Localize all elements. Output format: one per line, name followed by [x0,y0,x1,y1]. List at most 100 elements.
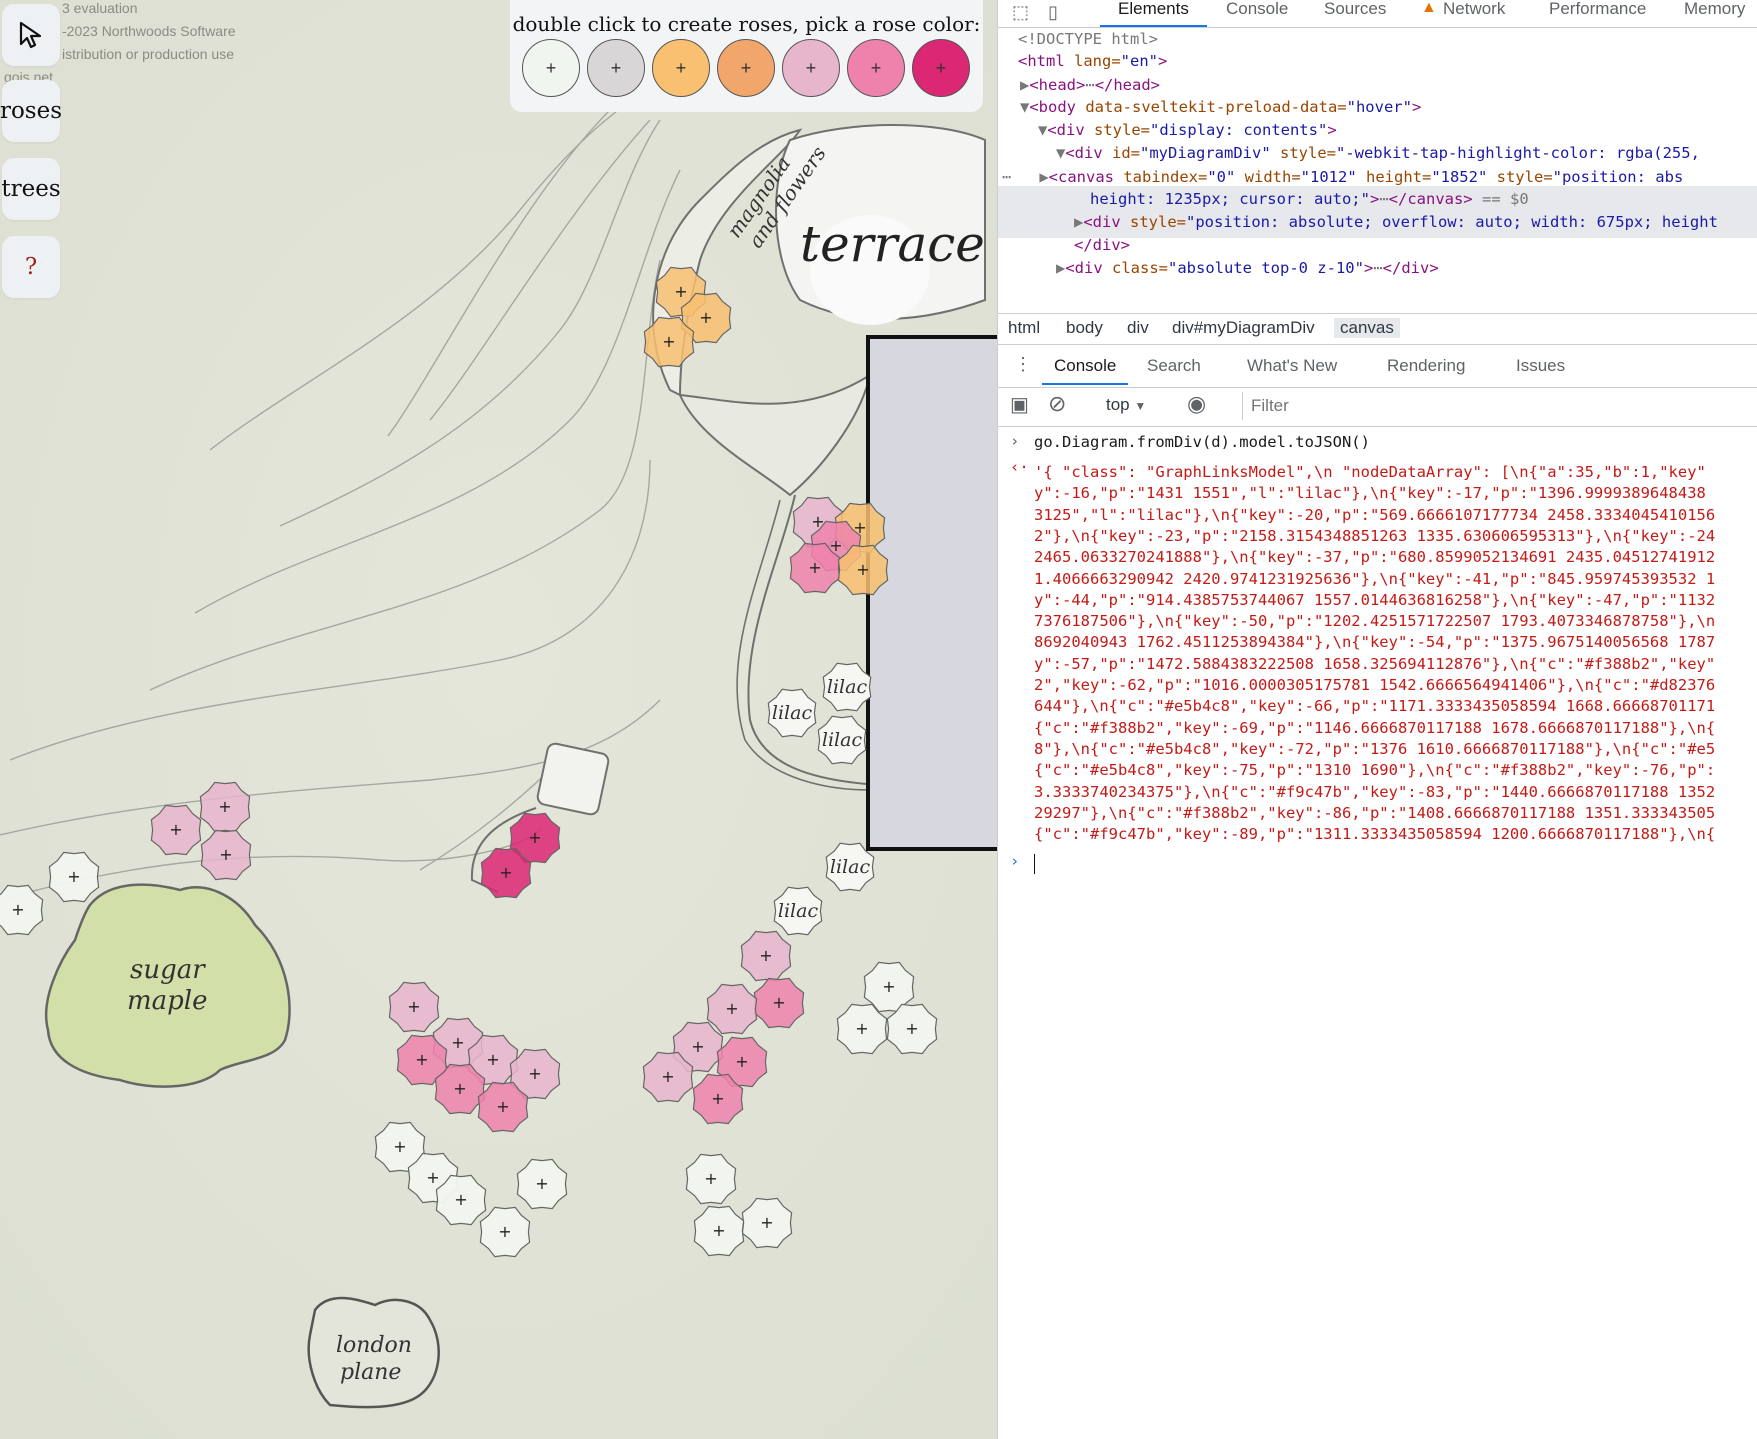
rose-node[interactable]: + [388,981,440,1033]
rose-node[interactable]: + [48,851,100,903]
console-result-line: 2"},\n{"key":-23,"p":"2158.3154348851263… [1034,526,1716,545]
dom-doctype: <!DOCTYPE html> [1018,30,1158,48]
rose-node[interactable]: + [886,1003,938,1055]
tab-sources[interactable]: Sources [1324,0,1386,19]
dom-div-close: </div> [1074,236,1130,254]
context-selector[interactable]: top ▼ [1106,395,1146,415]
crumb-body[interactable]: body [1066,318,1103,338]
swatch-yellow[interactable]: + [652,39,710,97]
tab-console[interactable]: Console [1226,0,1288,19]
plus-icon: + [691,1037,704,1056]
drawer-menu-icon[interactable]: ⋮ [1014,354,1032,375]
drawer-tab-rendering[interactable]: Rendering [1387,356,1465,376]
console-result-line: {"c":"#f9c47b","key":-89,"p":"1311.33334… [1034,825,1716,844]
tab-elements[interactable]: Elements [1100,0,1207,27]
swatch-white[interactable]: + [522,39,580,97]
plus-icon: + [882,977,895,996]
rose-node[interactable]: + [516,1158,568,1210]
lilac-node[interactable]: lilac [825,842,875,892]
plus-icon: + [535,1174,548,1193]
plant-nodes[interactable]: + + + + + + + + + + + + + + + + + + + + + + + + + + + + + + + + + + + + + + + +… [0,0,997,1439]
lilac-node[interactable]: lilac [822,662,872,712]
plus-icon: + [426,1168,439,1187]
console-result-line: 8692040943 1762.4511253894384"},\n{"key"… [1034,633,1716,652]
plus-icon: + [674,282,687,301]
drawer-tab-console[interactable]: Console [1041,356,1129,385]
dom-inner-div[interactable]: ▶<div style="position: absolute; overflo… [1074,211,1718,233]
rose-node[interactable]: + [0,884,44,936]
inspect-element-icon[interactable]: ⬚ [1012,2,1029,23]
breadcrumb: html body div div#myDiagramDiv canvas [998,313,1757,345]
swatch-light-pink[interactable]: + [782,39,840,97]
garden-diagram-canvas[interactable]: 3 evaluation -2023 Northwoods Software i… [0,0,997,1439]
plus-icon: + [905,1019,918,1038]
rose-node[interactable]: + [753,977,805,1029]
plus-icon: + [496,1097,509,1116]
filter-input[interactable] [1243,392,1753,420]
tab-memory[interactable]: Memory [1684,0,1745,19]
devtools-tab-bar: ⬚ ▯ Elements Console Sources ▲ Network P… [998,0,1757,28]
drawer-tab-search[interactable]: Search [1147,356,1201,376]
console-caret[interactable] [1034,854,1035,874]
drawer-tab-bar: ⋮ Console Search What's New Rendering Is… [998,347,1757,388]
rose-node[interactable]: + [685,1153,737,1205]
filter-box [1242,392,1757,420]
rose-node[interactable]: + [479,1206,531,1258]
drawer-tab-issues[interactable]: Issues [1516,356,1565,376]
swatch-pink[interactable]: + [847,39,905,97]
crumb-diagram-div[interactable]: div#myDiagramDiv [1172,318,1315,338]
drawer-tab-whats-new[interactable]: What's New [1247,356,1337,376]
plus-icon: + [805,57,817,78]
console-output[interactable]: › go.Diagram.fromDiv(d).model.toJSON() ‹… [998,430,1757,1430]
lilac-node[interactable]: lilac [773,886,823,936]
plus-icon: + [528,828,541,847]
clear-console-icon[interactable]: ⊘ [1048,391,1066,417]
tab-network[interactable]: Network [1443,0,1505,19]
roses-tool-button[interactable]: roses [0,80,62,142]
tab-performance[interactable]: Performance [1549,0,1646,19]
rose-node[interactable]: + [741,1197,793,1249]
rose-node[interactable]: + [693,1205,745,1257]
lilac-node[interactable]: lilac [817,715,867,765]
lilac-label: lilac [822,729,863,751]
result-arrow-icon: ‹· [1010,458,1029,476]
lilac-node[interactable]: lilac [767,688,817,738]
rose-node[interactable]: + [150,804,202,856]
rose-node[interactable]: + [740,930,792,982]
plus-icon: + [67,867,80,886]
dom-html[interactable]: <html lang="en"> [1018,50,1167,72]
dom-div-contents[interactable]: ▼<div style="display: contents"> [1038,119,1337,141]
plus-icon: + [486,1050,499,1069]
dom-head[interactable]: ▶<head>⋯</head> [1020,74,1160,96]
sidebar-toggle-icon[interactable]: ▣ [1010,392,1029,417]
rose-node[interactable]: + [200,829,252,881]
dom-body[interactable]: ▼<body data-sveltekit-preload-data="hove… [1020,96,1421,118]
plus-icon: + [870,57,882,78]
dom-canvas[interactable]: ⋯ ▶<canvas tabindex="0" width="1012" hei… [1002,166,1683,188]
swatch-orange[interactable]: + [717,39,775,97]
dom-overlay-div[interactable]: ▶<div class="absolute top-0 z-10">⋯</div… [1056,257,1439,279]
eye-icon[interactable]: ◉ [1187,391,1206,417]
help-button[interactable]: ? [2,236,60,298]
elements-dom-tree[interactable]: <!DOCTYPE html> <html lang="en"> ▶<head>… [998,28,1757,310]
rose-node[interactable]: + [199,781,251,833]
console-result-line: y":-16,"p":"1431 1551","l":"lilac"},\n{"… [1034,484,1706,503]
plus-icon: + [855,1019,868,1038]
console-result-line: 1.4066663290942 2420.9741231925636"},\n{… [1034,569,1716,588]
crumb-canvas[interactable]: canvas [1334,318,1400,338]
rose-node[interactable]: + [706,983,758,1035]
plus-icon: + [454,1190,467,1209]
swatch-magenta[interactable]: + [912,39,970,97]
swatch-gray[interactable]: + [587,39,645,97]
crumb-div[interactable]: div [1127,318,1149,338]
plus-icon: + [725,999,738,1018]
plus-icon: + [740,57,752,78]
plus-icon: + [499,863,512,882]
pointer-tool-button[interactable] [2,4,60,66]
plus-icon: + [760,1213,773,1232]
crumb-html[interactable]: html [1008,318,1040,338]
prompt-chevron-icon: › [1010,852,1020,870]
device-toolbar-icon[interactable]: ▯ [1048,2,1058,23]
dom-diagram-div[interactable]: ▼<div id="myDiagramDiv" style="-webkit-t… [1056,142,1700,164]
trees-tool-button[interactable]: trees [1,158,61,220]
